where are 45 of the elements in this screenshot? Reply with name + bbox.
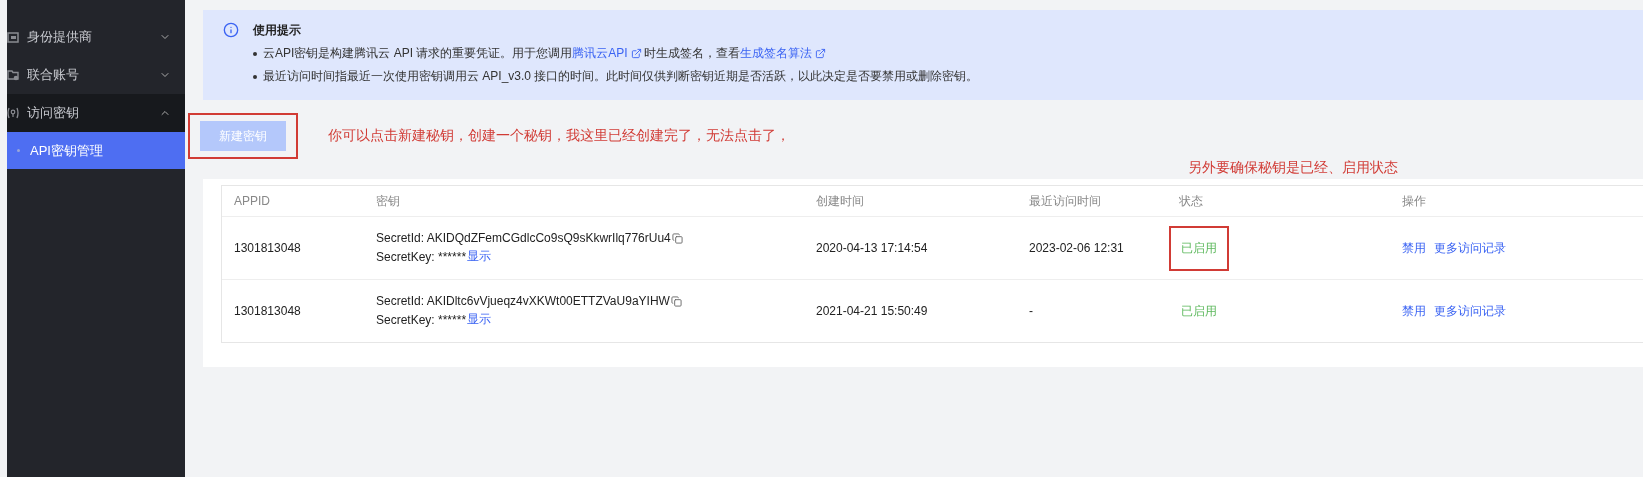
sidebar-subitem[interactable]: API密钥管理 [7,132,185,169]
column-header: 创建时间 [816,192,865,210]
table-cell-text: 2020-04-13 17:14:54 [816,241,929,255]
table-cell-text: 1301813048 [234,304,302,318]
notice-text: 云API密钥是构建腾讯云 API 请求的重要凭证。用于您调用腾讯云API 时生成签名，查看生成签名算法 [263,45,828,62]
annotation-text: 你可以点击新建秘钥，创建一个秘钥，我这里已经创建完了，无法点击了， [328,127,790,145]
action-link[interactable]: 更多访问记录 [1434,239,1506,257]
secret-id: SecretId: AKIDltc6vVjueqz4vXKWt00ETTZVaU9aYIHW [376,294,670,308]
table-cell-text: 2021-04-21 15:50:49 [816,304,929,318]
action-link[interactable]: 更多访问记录 [1434,302,1506,320]
id-card-icon [7,31,19,43]
column-header: APPID [234,194,271,208]
table-cell-text: 1301813048 [234,241,302,255]
secret-key: SecretKey: ****** [376,312,467,327]
copy-icon[interactable] [670,295,682,307]
status-text: 已启用 [1169,225,1229,271]
status-text: 已启用 [1180,302,1218,320]
secret-id: SecretId: AKIDQdZFemCGdlcCo9sQ9sKkwrIlq776rUu4 [376,231,671,245]
column-header: 最近访问时间 [1029,192,1102,210]
bullet-icon [253,51,257,56]
column-header: 状态 [1179,192,1204,210]
show-link[interactable]: 显示 [467,311,492,328]
sidebar-item[interactable]: 访问密钥 [7,94,185,132]
folder-check-icon [7,69,19,81]
key-icon [7,107,19,119]
notice-link[interactable]: 生成签名算法 [739,45,826,62]
show-link[interactable]: 显示 [467,248,492,265]
annotation-text: 另外要确保秘钥是已经、启用状态 [1188,159,1398,177]
external-link-icon [630,48,642,59]
notice-text: 最近访问时间指最近一次使用密钥调用云 API_v3.0 接口的时间。此时间仅供判断密钥近期是否活跃，以此决定是否要禁用或删除密钥。 [263,68,979,85]
bullet-icon [253,74,257,79]
column-header: 操作 [1402,192,1427,210]
column-header: 密钥 [376,192,401,210]
copy-icon[interactable] [671,232,683,244]
external-link-icon [814,48,826,59]
table-cell-text: - [1029,304,1034,318]
action-link[interactable]: 禁用 [1402,239,1426,257]
notice-link[interactable]: 腾讯云API [572,45,642,62]
info-icon [223,22,239,38]
action-link[interactable]: 禁用 [1402,302,1426,320]
table-cell-text: 2023-02-06 12:31 [1029,241,1125,255]
sidebar-item[interactable]: 身份提供商 [7,18,185,56]
secret-key: SecretKey: ****** [376,249,467,264]
sidebar-item[interactable]: 联合账号 [7,56,185,94]
notice-title: 使用提示 [253,22,302,39]
